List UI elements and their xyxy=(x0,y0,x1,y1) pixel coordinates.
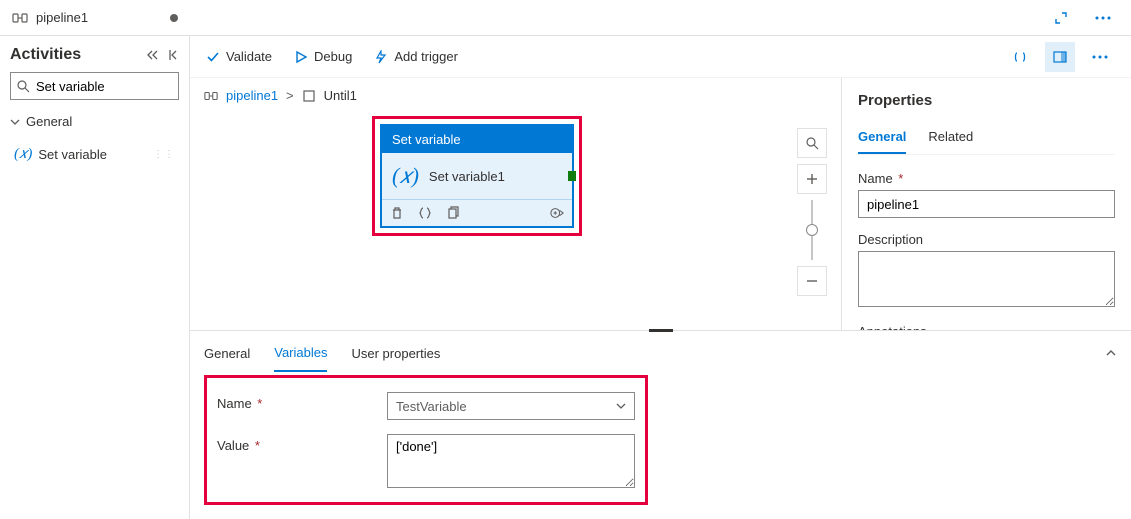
props-name-input[interactable] xyxy=(858,190,1115,218)
activity-search-input[interactable] xyxy=(36,79,212,94)
bp-tab-variables[interactable]: Variables xyxy=(274,335,327,372)
unsaved-indicator-icon xyxy=(170,14,178,22)
node-header: Set variable xyxy=(382,126,572,153)
pipeline-canvas[interactable]: pipeline1 > Until1 Set variable (𝑥) S xyxy=(190,78,841,330)
collapse-icon[interactable] xyxy=(169,49,179,61)
activity-node-set-variable[interactable]: Set variable (𝑥) Set variable1 xyxy=(381,125,573,227)
debug-button[interactable]: Debug xyxy=(294,49,352,64)
activity-search[interactable] xyxy=(10,72,179,100)
form-value-label: Value * xyxy=(217,434,387,453)
props-tab-general[interactable]: General xyxy=(858,123,906,154)
panel-collapse-icon[interactable] xyxy=(1105,347,1117,359)
zoom-controls xyxy=(797,128,827,296)
properties-title: Properties xyxy=(858,92,1115,109)
panel-resize-handle[interactable] xyxy=(649,329,673,332)
fx-icon: (𝑥) xyxy=(392,163,419,189)
validate-button[interactable]: Validate xyxy=(206,49,272,64)
props-name-label: Name * xyxy=(858,171,1115,186)
fx-icon: (𝑥) xyxy=(14,145,32,163)
node-title: Set variable1 xyxy=(429,169,505,184)
variable-value-input[interactable] xyxy=(387,434,635,488)
drag-grip-icon: ⋮⋮ xyxy=(153,149,175,160)
pipeline-icon xyxy=(204,89,218,103)
activity-set-variable[interactable]: (𝑥) Set variable ⋮⋮ xyxy=(10,139,179,169)
activities-sidebar: Activities xyxy=(0,36,190,519)
code-view-button[interactable] xyxy=(1005,42,1035,72)
search-icon xyxy=(17,80,30,93)
breadcrumb-pipeline[interactable]: pipeline1 xyxy=(226,88,278,103)
pipeline-icon xyxy=(12,10,28,26)
properties-toggle-button[interactable] xyxy=(1045,42,1075,72)
canvas-toolbar: Validate Debug Add trigger xyxy=(190,36,1131,78)
highlight-box-node: Set variable (𝑥) Set variable1 xyxy=(372,116,582,236)
props-desc-label: Description xyxy=(858,232,1115,247)
zoom-in-button[interactable] xyxy=(797,164,827,194)
props-desc-input[interactable] xyxy=(858,251,1115,307)
breadcrumb-until: Until1 xyxy=(324,88,357,103)
add-output-icon[interactable] xyxy=(550,206,564,220)
chevron-down-icon xyxy=(10,117,20,127)
bp-tab-general[interactable]: General xyxy=(204,336,250,371)
add-trigger-button[interactable]: Add trigger xyxy=(374,49,458,64)
props-tab-related[interactable]: Related xyxy=(928,123,973,154)
form-name-label: Name * xyxy=(217,392,387,411)
sidebar-title: Activities xyxy=(10,46,81,64)
until-icon xyxy=(302,89,316,103)
section-general[interactable]: General xyxy=(10,110,179,133)
highlight-box-form: Name * TestVariable Value * xyxy=(204,375,648,505)
collapse-double-icon[interactable] xyxy=(147,49,159,61)
bp-tab-user-properties[interactable]: User properties xyxy=(351,336,440,371)
braces-icon[interactable] xyxy=(418,206,432,220)
delete-icon[interactable] xyxy=(390,206,404,220)
more-icon[interactable] xyxy=(1089,4,1117,32)
expand-icon[interactable] xyxy=(1047,4,1075,32)
chevron-down-icon xyxy=(616,401,626,411)
editor-tab-pipeline1[interactable]: pipeline1 xyxy=(0,0,190,35)
tab-bar: pipeline1 xyxy=(0,0,1131,36)
copy-icon[interactable] xyxy=(446,206,460,220)
breadcrumb: pipeline1 > Until1 xyxy=(204,88,827,103)
tab-title: pipeline1 xyxy=(36,10,162,25)
zoom-out-button[interactable] xyxy=(797,266,827,296)
zoom-fit-button[interactable] xyxy=(797,128,827,158)
variable-name-select[interactable]: TestVariable xyxy=(387,392,635,420)
toolbar-more-icon[interactable] xyxy=(1085,42,1115,72)
bottom-panel: General Variables User properties Name *… xyxy=(190,330,1131,519)
success-connector[interactable] xyxy=(568,171,576,181)
properties-panel: Properties General Related Name * Descri… xyxy=(841,78,1131,330)
zoom-thumb[interactable] xyxy=(806,224,818,236)
zoom-slider[interactable] xyxy=(811,200,813,260)
